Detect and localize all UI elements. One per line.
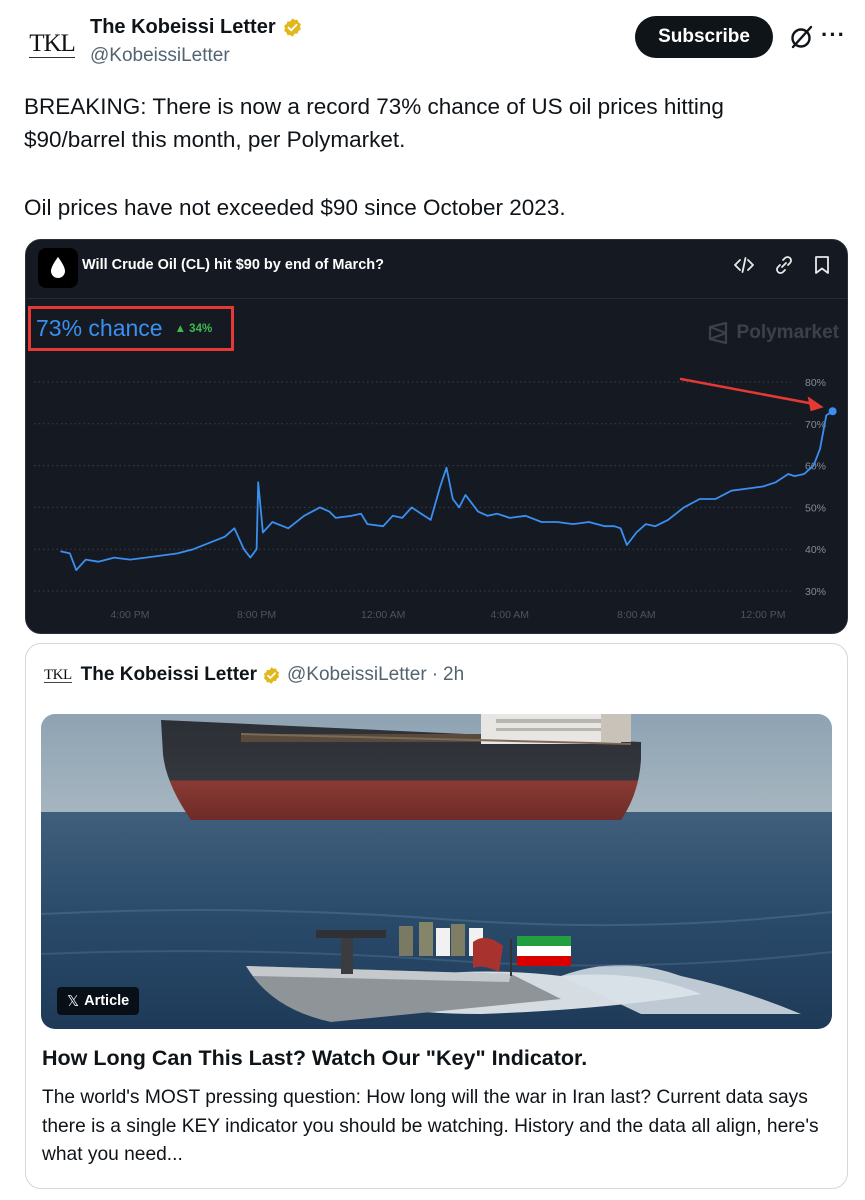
x-tick-label: 12:00 PM bbox=[741, 609, 786, 621]
author-name-text: The Kobeissi Letter bbox=[90, 16, 276, 38]
quote-separator: · bbox=[431, 664, 439, 685]
x-logo-icon: 𝕏 bbox=[67, 993, 80, 1010]
x-tick-label: 4:00 PM bbox=[110, 609, 149, 621]
y-tick-label: 40% bbox=[805, 544, 826, 556]
logo-rule bbox=[29, 57, 75, 59]
quote-time[interactable]: 2h bbox=[443, 664, 464, 686]
author-handle[interactable]: @KobeissiLetter bbox=[90, 45, 230, 67]
tweet-line-1: BREAKING: There is now a record 73% chan… bbox=[24, 94, 724, 152]
article-badge: 𝕏 Article bbox=[57, 987, 140, 1015]
more-options-icon[interactable]: ··· bbox=[821, 22, 845, 48]
tweet-header: TKL The Kobeissi Letter @KobeissiLetter … bbox=[24, 14, 845, 74]
article-cover-image[interactable]: 𝕏 Article bbox=[41, 714, 832, 1029]
verified-badge-icon bbox=[283, 18, 301, 37]
quote-author-name[interactable]: The Kobeissi Letter bbox=[81, 664, 257, 686]
subscribe-button[interactable]: Subscribe bbox=[635, 16, 773, 58]
latest-point-marker bbox=[828, 407, 837, 416]
polymarket-chart-card[interactable]: Will Crude Oil (CL) hit $90 by end of Ma… bbox=[25, 239, 848, 634]
logo-text: TKL bbox=[29, 30, 76, 57]
annotation-arrow bbox=[679, 377, 817, 406]
price-series-line bbox=[60, 410, 834, 572]
quote-avatar[interactable]: TKL bbox=[44, 667, 72, 683]
y-tick-label: 50% bbox=[805, 502, 826, 514]
y-tick-label: 80% bbox=[805, 377, 826, 389]
grok-icon[interactable] bbox=[789, 24, 815, 50]
annotation-arrowhead bbox=[807, 396, 824, 412]
x-tick-label: 8:00 PM bbox=[237, 609, 276, 621]
article-title[interactable]: How Long Can This Last? Watch Our "Key" … bbox=[42, 1046, 587, 1071]
price-chart: 80%70%60%50%40%30%4:00 PM 8:00 PM 12:00 AM… bbox=[34, 377, 837, 621]
tweet-text: BREAKING: There is now a record 73% chan… bbox=[24, 90, 824, 224]
quote-handle[interactable]: @KobeissiLetter bbox=[287, 664, 427, 686]
quoted-tweet[interactable]: TKL The Kobeissi Letter @KobeissiLetter … bbox=[25, 643, 848, 1189]
x-tick-label: 4:00 AM bbox=[491, 609, 530, 621]
article-description: The world's MOST pressing question: How … bbox=[42, 1087, 819, 1165]
x-tick-label: 12:00 AM bbox=[361, 609, 405, 621]
author-name[interactable]: The Kobeissi Letter bbox=[90, 16, 303, 39]
article-badge-label: Article bbox=[84, 993, 130, 1009]
x-tick-label: 8:00 AM bbox=[617, 609, 656, 621]
verified-badge-icon bbox=[263, 666, 280, 684]
tanker-and-patrol-boat-image bbox=[41, 714, 832, 1029]
tweet-line-2: Oil prices have not exceeded $90 since O… bbox=[24, 195, 566, 220]
y-tick-label: 30% bbox=[805, 586, 826, 598]
quote-header: TKL The Kobeissi Letter @KobeissiLetter … bbox=[44, 662, 464, 688]
avatar[interactable]: TKL bbox=[24, 18, 80, 74]
